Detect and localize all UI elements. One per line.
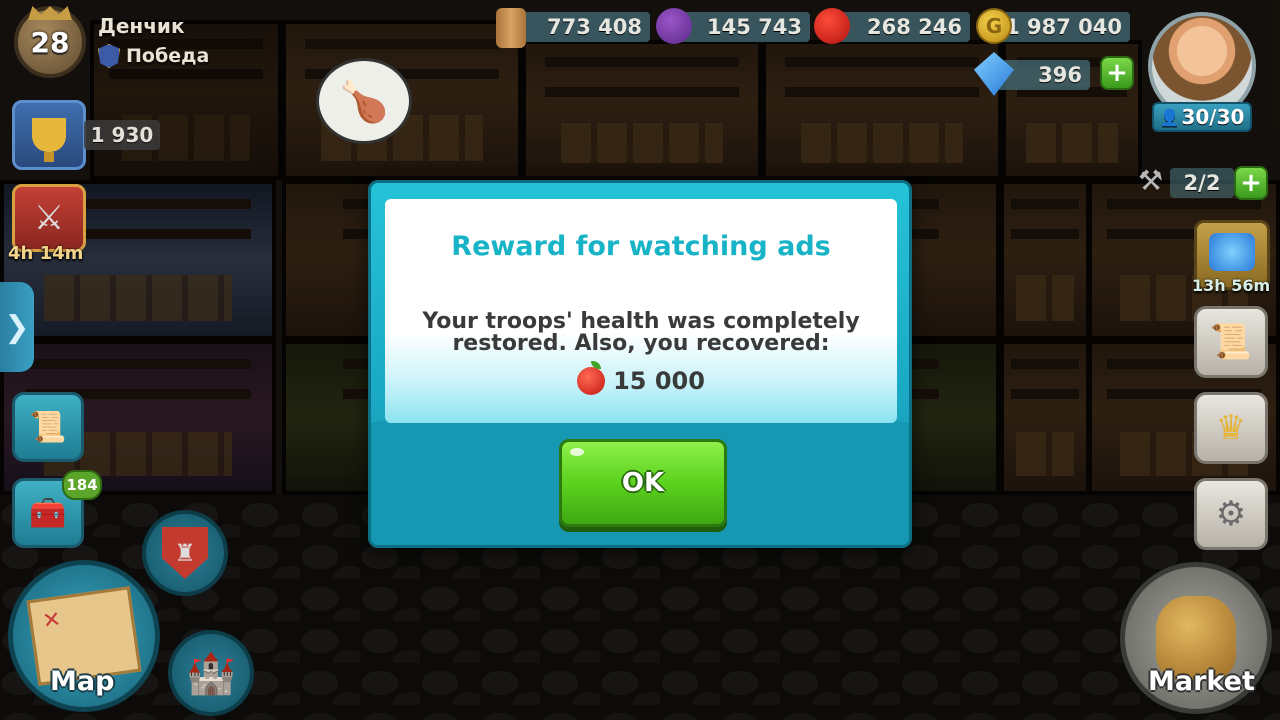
dialog-message-line: restored. Also, you recovered: bbox=[452, 331, 830, 356]
game-screen: 🍗 28 Денчик Победа 1 930 ⚔ 4h 14m ❯ 📜 🧰 … bbox=[0, 0, 1280, 720]
dialog-message-line: Your troops' health was completely bbox=[422, 309, 860, 334]
dialog-title: Reward for watching ads bbox=[451, 231, 831, 262]
modal-overlay: Reward for watching ads Your troops' hea… bbox=[0, 0, 1280, 720]
reward-dialog-panel: Reward for watching ads Your troops' hea… bbox=[385, 199, 897, 423]
ok-button[interactable]: OK bbox=[559, 439, 727, 527]
reward-dialog: Reward for watching ads Your troops' hea… bbox=[368, 180, 912, 548]
reward-amount: 15 000 bbox=[613, 367, 705, 395]
reward-row: 15 000 bbox=[385, 361, 897, 395]
dialog-message: Your troops' health was completely resto… bbox=[409, 311, 873, 355]
apple-icon bbox=[577, 361, 606, 395]
